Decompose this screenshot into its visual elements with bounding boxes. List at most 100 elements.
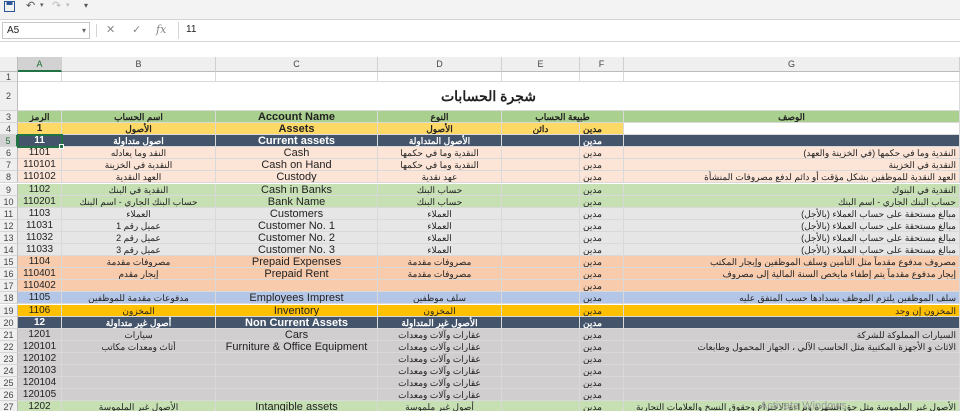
cell-account-name[interactable] — [216, 389, 378, 402]
cell-description[interactable]: حساب البنك الجاري - اسم البنك — [624, 195, 960, 208]
save-icon[interactable] — [4, 1, 15, 15]
customize-qat-icon[interactable]: ▾ — [84, 0, 88, 14]
cell-description[interactable]: مبالغ مستحقة على حساب العملاء (بالأجل) — [624, 244, 960, 257]
cell-code[interactable]: 110201 — [18, 195, 62, 208]
cell-nature-debit[interactable]: مدين — [580, 328, 624, 341]
row-header-14[interactable]: 14 — [0, 244, 18, 257]
row-header-25[interactable]: 25 — [0, 377, 18, 390]
row-header-8[interactable]: 8 — [0, 171, 18, 184]
column-header-c[interactable]: C — [216, 57, 378, 72]
cell-description[interactable]: إيجار مدفوع مقدماً يتم إطفاء مايخص السنة… — [624, 268, 960, 281]
cell-account-name[interactable]: Customers — [216, 207, 378, 220]
row-header-6[interactable]: 6 — [0, 147, 18, 160]
cell-nature-credit[interactable] — [502, 256, 580, 269]
cell-arabic-name[interactable]: العملاء — [62, 207, 216, 220]
cell-empty[interactable] — [216, 72, 378, 82]
column-header-d[interactable]: D — [378, 57, 502, 72]
cell-code[interactable]: 110402 — [18, 280, 62, 293]
cell-nature-debit[interactable]: مدين — [580, 377, 624, 390]
cell-type[interactable]: العملاء — [378, 231, 502, 244]
sheet-title[interactable]: شجرة الحسابات — [18, 82, 960, 111]
cell-nature-credit[interactable] — [502, 316, 580, 329]
cell-code[interactable]: 120101 — [18, 340, 62, 353]
cell-account-name[interactable]: Intangible assets — [216, 401, 378, 411]
cell-type[interactable]: حساب البنك — [378, 195, 502, 208]
cell-code[interactable]: 1201 — [18, 328, 62, 341]
cell-account-name[interactable]: Furniture & Office Equipment — [216, 340, 378, 353]
cell-account-name[interactable]: Cash in Banks — [216, 183, 378, 196]
cell-type[interactable]: عقارات وآلات ومعدات — [378, 352, 502, 365]
cell-code[interactable]: 120105 — [18, 389, 62, 402]
cell-account-name[interactable] — [216, 377, 378, 390]
cell-arabic-name[interactable]: النقد وما يعادله — [62, 147, 216, 160]
row-header-18[interactable]: 18 — [0, 292, 18, 305]
cell-type[interactable]: عقارات وآلات ومعدات — [378, 340, 502, 353]
cell-code[interactable]: 11033 — [18, 244, 62, 257]
undo-icon[interactable]: ↶ — [26, 0, 35, 14]
cell-arabic-name[interactable]: العهد النقدية — [62, 171, 216, 184]
cell-code[interactable]: 120103 — [18, 365, 62, 378]
row-header-17[interactable]: 17 — [0, 280, 18, 293]
cell-type[interactable]: النقدية وما في حكمها — [378, 159, 502, 172]
cell-code[interactable]: 110102 — [18, 171, 62, 184]
row-header-12[interactable]: 12 — [0, 219, 18, 232]
cell-nature-credit[interactable] — [502, 280, 580, 293]
cell-arabic-name[interactable]: حساب البنك الجاري - اسم البنك — [62, 195, 216, 208]
cell-code[interactable]: 1103 — [18, 207, 62, 220]
header-code[interactable]: الرمز — [18, 111, 62, 123]
cell-description[interactable] — [624, 352, 960, 365]
cell-account-name[interactable]: Bank Name — [216, 195, 378, 208]
cell-type[interactable]: سلف موظفين — [378, 292, 502, 305]
row-header-11[interactable]: 11 — [0, 207, 18, 220]
cell-type[interactable]: مصروفات مقدمة — [378, 268, 502, 281]
cell-code[interactable]: 110401 — [18, 268, 62, 281]
cell-empty[interactable] — [62, 72, 216, 82]
row-header-21[interactable]: 21 — [0, 328, 18, 341]
cell-nature-credit[interactable] — [502, 207, 580, 220]
cell-code[interactable]: 1202 — [18, 401, 62, 411]
header-arabic-name[interactable]: اسم الحساب — [62, 111, 216, 123]
cell-nature-debit[interactable]: مدين — [580, 280, 624, 293]
cell-type[interactable]: عقارات وآلات ومعدات — [378, 328, 502, 341]
cell-arabic-name[interactable]: مدفوعات مقدمة للموظفين — [62, 292, 216, 305]
row-header-9[interactable]: 9 — [0, 183, 18, 196]
cell-nature-credit[interactable] — [502, 159, 580, 172]
cell-nature-credit[interactable] — [502, 135, 580, 148]
cell-type[interactable]: عهد نقدية — [378, 171, 502, 184]
cell-nature-debit[interactable]: مدين — [580, 123, 624, 136]
cell-account-name[interactable] — [216, 352, 378, 365]
cancel-icon[interactable]: ✕ — [106, 23, 115, 36]
row-header-7[interactable]: 7 — [0, 159, 18, 172]
cell-code[interactable]: 120102 — [18, 352, 62, 365]
cell-arabic-name[interactable]: الأصول — [62, 123, 216, 136]
cell-type[interactable]: العملاء — [378, 207, 502, 220]
cell-nature-credit[interactable] — [502, 268, 580, 281]
cell-arabic-name[interactable] — [62, 377, 216, 390]
cell-arabic-name[interactable]: اصول متداولة — [62, 135, 216, 148]
insert-function-icon[interactable]: fx — [156, 23, 166, 36]
row-header-1[interactable]: 1 — [0, 72, 18, 82]
cell-description[interactable]: النقدية وما في حكمها (في الخزينة والعهد) — [624, 147, 960, 160]
cell-arabic-name[interactable]: مصروفات مقدمة — [62, 256, 216, 269]
cell-account-name[interactable]: Assets — [216, 123, 378, 136]
cell-account-name[interactable]: Current assets — [216, 135, 378, 148]
cell-account-name[interactable] — [216, 365, 378, 378]
cell-code[interactable]: 1106 — [18, 304, 62, 317]
row-header-4[interactable]: 4 — [0, 123, 18, 136]
row-header-24[interactable]: 24 — [0, 365, 18, 378]
cell-description[interactable] — [624, 316, 960, 329]
cell-type[interactable]: الأصول المتداولة — [378, 135, 502, 148]
cell-description[interactable]: مبالغ مستحقة على حساب العملاء (بالأجل) — [624, 231, 960, 244]
cell-account-name[interactable]: Cars — [216, 328, 378, 341]
cell-nature-debit[interactable]: مدين — [580, 316, 624, 329]
cell-account-name[interactable]: Non Current Assets — [216, 316, 378, 329]
cell-nature-credit[interactable] — [502, 377, 580, 390]
cell-arabic-name[interactable]: عميل رقم 2 — [62, 231, 216, 244]
row-header-2[interactable]: 2 — [0, 82, 18, 111]
cell-account-name[interactable]: Custody — [216, 171, 378, 184]
redo-dropdown-icon[interactable]: ▾ — [66, 0, 70, 14]
name-box[interactable]: A5 ▾ — [2, 22, 90, 39]
cell-nature-debit[interactable]: مدين — [580, 340, 624, 353]
cell-code[interactable]: 110101 — [18, 159, 62, 172]
cell-nature-credit[interactable] — [502, 340, 580, 353]
